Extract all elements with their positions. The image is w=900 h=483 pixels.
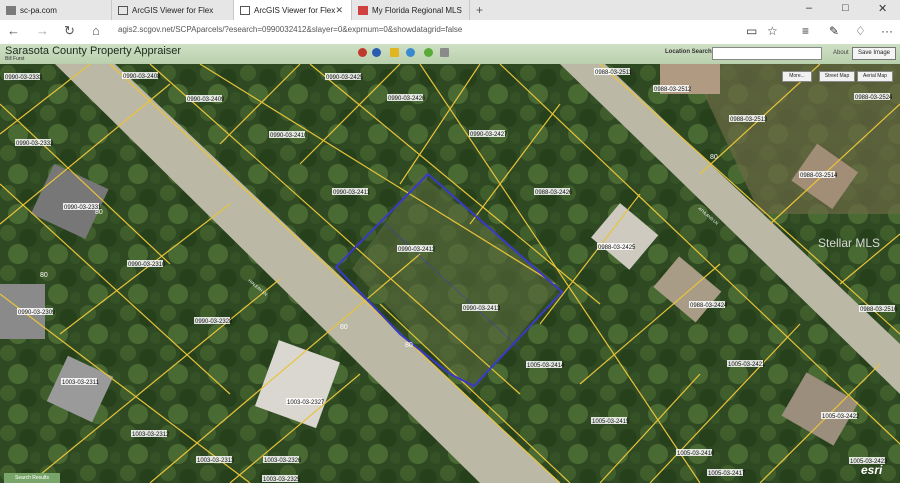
parcel-label[interactable]: 0988-03-2424 bbox=[690, 303, 728, 309]
parcel-label[interactable]: 0990-03-2332 bbox=[16, 141, 54, 147]
home-icon[interactable]: ⌂ bbox=[92, 23, 100, 38]
refresh-icon[interactable]: ↻ bbox=[64, 23, 75, 39]
location-search-label: Location Search: bbox=[665, 49, 714, 55]
browser-tab-bar: sc-pa.com ArcGIS Viewer for Flex ArcGIS … bbox=[0, 0, 900, 21]
parcel-label[interactable]: 0988-03-2512 bbox=[654, 87, 692, 93]
window-icon bbox=[118, 5, 128, 15]
parcel-label[interactable]: 1005-03-2416 bbox=[677, 451, 715, 457]
app-title: Sarasota County Property Appraiser bbox=[5, 45, 182, 57]
parcel-label[interactable]: 0988-03-2514 bbox=[800, 173, 838, 179]
parcel-label[interactable]: 0990-03-2410 bbox=[270, 133, 308, 139]
browser-tab-2[interactable]: ArcGIS Viewer for Flex bbox=[112, 0, 234, 20]
map-canvas: 0990-03-2333 0990-03-2408 0990-03-2409 0990… bbox=[0, 64, 900, 483]
close-tab-icon[interactable]: ✕ bbox=[335, 5, 343, 16]
esri-logo: esri bbox=[861, 463, 883, 477]
location-search-input[interactable] bbox=[712, 47, 822, 60]
parcel-label[interactable]: 1003-03-2327 bbox=[287, 400, 325, 406]
parcel-label[interactable]: 0988-03-2425 bbox=[598, 245, 636, 251]
road-label: 80 bbox=[405, 342, 413, 349]
app-header: Sarasota County Property Appraiser Bill … bbox=[0, 44, 900, 65]
road-label: 80 bbox=[340, 324, 348, 331]
parcel-label[interactable]: 0990-03-2328 bbox=[195, 319, 233, 325]
parcel-label[interactable]: 0988-03-2511 bbox=[595, 70, 633, 76]
save-image-button[interactable]: Save Image bbox=[852, 47, 896, 60]
share-icon[interactable]: ♢ bbox=[855, 24, 866, 38]
web-note-icon[interactable]: ✎ bbox=[829, 24, 839, 38]
browser-tab-1[interactable]: sc-pa.com bbox=[0, 0, 112, 20]
parcel-label[interactable]: 0990-03-2413 bbox=[463, 306, 501, 312]
tab-label: ArcGIS Viewer for Flex bbox=[254, 5, 336, 15]
print-tool-icon[interactable] bbox=[440, 48, 449, 57]
aerial-map[interactable]: 0990-03-2333 0990-03-2408 0990-03-2409 0990… bbox=[0, 64, 900, 483]
browser-tab-3-active[interactable]: ArcGIS Viewer for Flex ✕ bbox=[234, 0, 352, 20]
maximize-icon[interactable]: □ bbox=[842, 2, 849, 14]
parcel-label[interactable]: 1003-03-2311 bbox=[62, 380, 100, 386]
parcel-label[interactable]: 1003-03-2313 bbox=[197, 458, 235, 464]
road-label: 80 bbox=[40, 272, 48, 279]
window-icon bbox=[240, 5, 250, 15]
parcel-label[interactable]: 0988-03-2516 bbox=[860, 307, 898, 313]
parcel-label[interactable]: 0990-03-2309 bbox=[18, 310, 56, 316]
parcel-label[interactable]: 1005-03-2415 bbox=[592, 419, 630, 425]
parcel-label[interactable]: 0990-03-2412 bbox=[398, 247, 436, 253]
parcel-label[interactable]: 0988-03-2426 bbox=[535, 190, 573, 196]
page-icon bbox=[6, 5, 16, 15]
browser-tab-4[interactable]: My Florida Regional MLS bbox=[352, 0, 470, 20]
road-label: 80 bbox=[710, 154, 718, 161]
reading-view-icon[interactable]: ▭ bbox=[746, 24, 757, 38]
about-link[interactable]: About bbox=[833, 50, 849, 56]
close-window-icon[interactable]: ✕ bbox=[878, 2, 887, 15]
tab-label: ArcGIS Viewer for Flex bbox=[132, 5, 214, 15]
identify-tool-icon[interactable] bbox=[358, 48, 367, 57]
favorite-star-icon[interactable]: ☆ bbox=[767, 24, 778, 38]
parcel-label[interactable]: 0990-03-2409 bbox=[187, 97, 225, 103]
tab-label: My Florida Regional MLS bbox=[372, 5, 462, 15]
parcel-label[interactable]: 0990-03-2333 bbox=[5, 75, 43, 81]
street-map-button[interactable]: Street Map bbox=[819, 71, 855, 82]
parcel-label[interactable]: 1003-03-2312 bbox=[132, 432, 170, 438]
parcel-label[interactable]: 0990-03-2427 bbox=[470, 132, 508, 138]
parcel-label[interactable]: 0988-03-2524 bbox=[855, 95, 893, 101]
browser-nav-bar: ← → ↻ ⌂ agis2.scgov.net/SCPAparcels/?ese… bbox=[0, 20, 900, 45]
parcel-label[interactable]: 0990-03-2426 bbox=[388, 96, 426, 102]
globe-tool-icon[interactable] bbox=[372, 48, 381, 57]
app-subtitle: Bill Furst bbox=[5, 56, 25, 62]
forward-icon[interactable]: → bbox=[36, 23, 49, 38]
minimize-icon[interactable]: – bbox=[806, 2, 812, 14]
parcel-label[interactable]: 0988-03-2513 bbox=[730, 117, 768, 123]
folder-tool-icon[interactable] bbox=[390, 48, 399, 57]
parcel-label[interactable]: 1005-03-2414 bbox=[527, 363, 565, 369]
search-results-button[interactable]: Search Results bbox=[4, 473, 60, 483]
parcel-label[interactable]: 0990-03-2408 bbox=[123, 74, 161, 80]
parcel-label[interactable]: 0990-03-2411 bbox=[333, 190, 371, 196]
address-bar[interactable]: agis2.scgov.net/SCPAparcels/?esearch=099… bbox=[118, 25, 462, 34]
back-icon[interactable]: ← bbox=[7, 23, 20, 38]
stellar-mls-watermark: Stellar MLS bbox=[818, 236, 881, 250]
parcel-label[interactable]: 1003-03-2325 bbox=[263, 477, 301, 483]
tab-label: sc-pa.com bbox=[20, 5, 57, 15]
parcel-label[interactable]: 1003-03-2326 bbox=[264, 458, 302, 464]
more-icon[interactable]: ··· bbox=[881, 24, 893, 38]
parcel-label[interactable]: 0990-03-2310 bbox=[128, 262, 166, 268]
parcel-label[interactable]: 1005-03-2417 bbox=[708, 471, 746, 477]
cloud-tool-icon[interactable] bbox=[406, 48, 415, 57]
parcel-label[interactable]: 1005-03-2422 bbox=[822, 414, 860, 420]
road-label: 80 bbox=[95, 209, 103, 216]
hub-icon[interactable]: ≡ bbox=[802, 24, 809, 38]
new-tab-icon[interactable]: + bbox=[476, 3, 483, 17]
aerial-map-button[interactable]: Aerial Map bbox=[857, 71, 893, 82]
parcel-label[interactable]: 0990-03-2425 bbox=[326, 75, 364, 81]
parcel-label[interactable]: 1005-03-2421 bbox=[728, 362, 766, 368]
more-button[interactable]: More... bbox=[782, 71, 812, 82]
mls-icon bbox=[358, 5, 368, 15]
layers-tool-icon[interactable] bbox=[424, 48, 433, 57]
